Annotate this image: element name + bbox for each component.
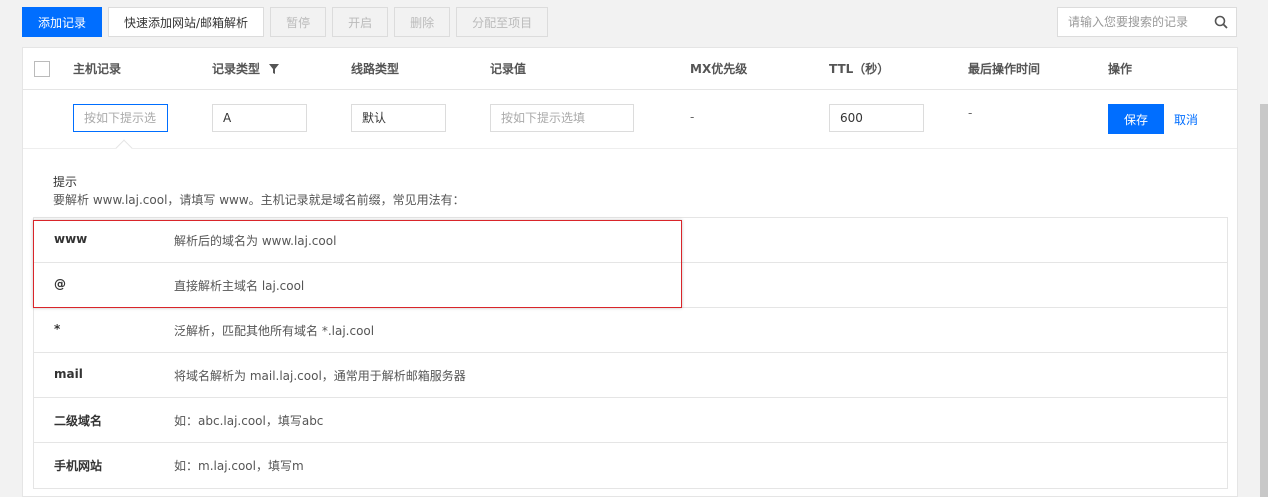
hint-value: 解析后的域名为 www.laj.cool bbox=[174, 234, 337, 248]
records-panel: 主机记录 记录类型 线路类型 记录值 MX优先级 TTL（秒） 最后操作时间 操… bbox=[22, 47, 1238, 497]
tip-title: 提示 bbox=[53, 175, 78, 189]
cancel-link[interactable]: 取消 bbox=[1174, 111, 1198, 128]
header-line: 线路类型 bbox=[351, 62, 400, 76]
hint-key: 手机网站 bbox=[54, 459, 103, 473]
add-record-button[interactable]: 添加记录 bbox=[22, 7, 103, 37]
hint-row: @ 直接解析主域名 laj.cool bbox=[34, 263, 1227, 308]
header-ttl: TTL（秒） bbox=[829, 62, 890, 76]
filter-icon[interactable] bbox=[269, 63, 279, 77]
hint-value: 如：abc.laj.cool，填写abc bbox=[174, 414, 324, 428]
search-box bbox=[1057, 7, 1237, 37]
edit-record-row: A 默认 - 600 - 保存 取消 bbox=[23, 90, 1237, 149]
line-type-select[interactable]: 默认 bbox=[351, 104, 446, 132]
ttl-input[interactable]: 600 bbox=[829, 104, 924, 132]
hint-table: www 解析后的域名为 www.laj.cool @ 直接解析主域名 laj.c… bbox=[33, 217, 1228, 489]
header-value: 记录值 bbox=[490, 62, 527, 76]
hint-key: mail bbox=[54, 367, 83, 381]
hint-row: www 解析后的域名为 www.laj.cool bbox=[34, 218, 1227, 263]
hint-row: * 泛解析，匹配其他所有域名 *.laj.cool bbox=[34, 308, 1227, 353]
last-op-value: - bbox=[968, 106, 973, 120]
hint-key: 二级域名 bbox=[54, 414, 103, 428]
hint-row: 手机网站 如：m.laj.cool，填写m bbox=[34, 443, 1227, 488]
record-value-input[interactable] bbox=[490, 104, 634, 132]
header-host: 主机记录 bbox=[73, 62, 122, 76]
quick-add-button[interactable]: 快速添加网站/邮箱解析 bbox=[108, 7, 265, 37]
header-last-op: 最后操作时间 bbox=[968, 62, 1041, 76]
assign-project-button[interactable]: 分配至项目 bbox=[456, 7, 549, 37]
toolbar: 添加记录 快速添加网站/邮箱解析 暂停 开启 删除 分配至项目 bbox=[22, 7, 549, 37]
select-all-checkbox[interactable] bbox=[34, 61, 50, 77]
hint-key: @ bbox=[54, 277, 66, 291]
table-header: 主机记录 记录类型 线路类型 记录值 MX优先级 TTL（秒） 最后操作时间 操… bbox=[23, 48, 1237, 90]
hint-row: 二级域名 如：abc.laj.cool，填写abc bbox=[34, 398, 1227, 443]
hint-value: 将域名解析为 mail.laj.cool，通常用于解析邮箱服务器 bbox=[174, 369, 466, 383]
scrollbar-thumb[interactable] bbox=[1260, 104, 1268, 497]
header-action: 操作 bbox=[1108, 62, 1133, 76]
hint-value: 泛解析，匹配其他所有域名 *.laj.cool bbox=[174, 324, 375, 338]
pause-button[interactable]: 暂停 bbox=[270, 7, 327, 37]
host-record-input[interactable] bbox=[73, 104, 168, 132]
header-mx: MX优先级 bbox=[690, 62, 748, 76]
hint-value: 直接解析主域名 laj.cool bbox=[174, 279, 305, 293]
delete-button[interactable]: 删除 bbox=[394, 7, 451, 37]
hint-row: mail 将域名解析为 mail.laj.cool，通常用于解析邮箱服务器 bbox=[34, 353, 1227, 398]
save-button[interactable]: 保存 bbox=[1108, 104, 1164, 134]
search-icon[interactable] bbox=[1206, 15, 1236, 29]
hint-key: www bbox=[54, 232, 88, 246]
record-type-select[interactable]: A bbox=[212, 104, 307, 132]
hint-value: 如：m.laj.cool，填写m bbox=[174, 459, 304, 473]
hint-key: * bbox=[54, 322, 61, 336]
enable-button[interactable]: 开启 bbox=[332, 7, 389, 37]
page-scrollbar[interactable] bbox=[1260, 0, 1268, 497]
header-type: 记录类型 bbox=[212, 62, 261, 76]
tip-description: 要解析 www.laj.cool，请填写 www。主机记录就是域名前缀，常见用法… bbox=[53, 193, 465, 207]
mx-value: - bbox=[690, 110, 695, 124]
search-input[interactable] bbox=[1058, 15, 1206, 29]
